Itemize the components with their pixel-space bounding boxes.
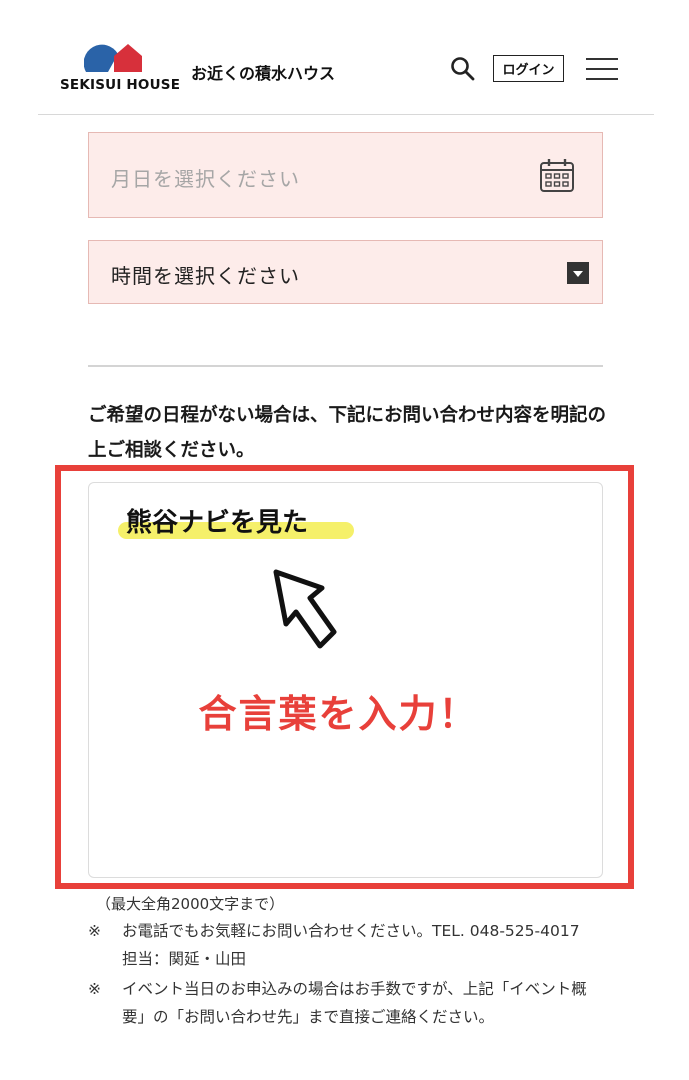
menu-line-icon [586,58,618,60]
header-tagline[interactable]: お近くの積水ハウス [191,60,335,84]
search-icon [451,57,475,81]
login-button[interactable]: ログイン [493,55,564,82]
menu-line-icon [586,78,618,80]
logo-mark-icon [84,44,142,72]
callout-label: 合言葉を入力！ [198,692,479,736]
time-select-value: 時間を選択ください [111,264,300,288]
site-header: SEKISUI HOUSE お近くの積水ハウス ログイン [0,0,689,115]
menu-line-icon [586,68,618,70]
header-divider [38,114,654,115]
callout-text: 合言葉を入力！ [0,683,689,738]
dropdown-arrow-icon [567,262,589,284]
hamburger-menu-button[interactable] [586,57,618,81]
char-limit-note: （最大全角2000文字まで） [96,895,285,913]
section-divider [88,365,603,367]
search-button[interactable] [450,56,476,82]
sekisui-house-logo[interactable]: SEKISUI HOUSE [60,40,180,96]
schedule-notice: ご希望の日程がない場合は、下記にお問い合わせ内容を明記の上ご相談ください。 [88,405,607,461]
time-select-field[interactable]: 時間を選択ください [88,240,603,304]
note-mark: ※ [88,922,101,940]
note-text: イベント当日のお申込みの場合はお手数ですが、上記「イベント概要」の「お問い合わせ… [122,980,587,1026]
date-select-field[interactable]: 月日を選択ください [88,132,603,218]
note-mark: ※ [88,980,101,998]
date-placeholder: 月日を選択ください [111,167,300,191]
phone-note: ※ お電話でもお気軽にお問い合わせください。TEL. 048-525-4017 … [88,917,608,973]
same-day-note: ※ イベント当日のお申込みの場合はお手数ですが、上記「イベント概要」の「お問い合… [88,975,608,1031]
logo-text: SEKISUI HOUSE [60,77,181,93]
pointer-arrow-icon [273,569,337,649]
textarea-typed-text: 熊谷ナビを見た [126,508,309,538]
calendar-icon [540,159,574,192]
note-text: お電話でもお気軽にお問い合わせください。TEL. 048-525-4017 担当… [122,922,596,968]
